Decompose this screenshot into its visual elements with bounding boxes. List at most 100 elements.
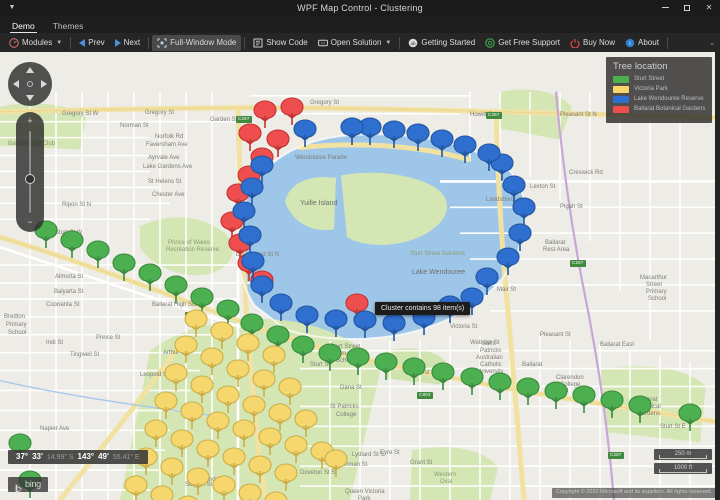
close-button[interactable]: ✕ bbox=[698, 0, 720, 16]
tree-marker-blue[interactable] bbox=[381, 119, 407, 149]
tree-marker-yellow[interactable] bbox=[159, 456, 185, 486]
about-label: About bbox=[638, 39, 659, 47]
getting-started-button[interactable]: ab Getting Started bbox=[403, 35, 480, 51]
getting-started-icon: ab bbox=[408, 38, 418, 48]
map-zoom-slider[interactable]: + − bbox=[16, 112, 44, 232]
tree-marker-green[interactable] bbox=[487, 371, 513, 401]
pan-left-icon[interactable] bbox=[13, 80, 19, 88]
tree-marker-blue[interactable] bbox=[339, 116, 365, 146]
tree-marker-blue[interactable] bbox=[323, 308, 349, 338]
tree-marker-green[interactable] bbox=[599, 389, 625, 419]
legend-item-label: Ballarat Botanical Gardens bbox=[634, 106, 705, 112]
system-menu-button[interactable]: ▼ bbox=[0, 4, 24, 11]
next-button[interactable]: Next bbox=[110, 35, 145, 51]
maximize-button[interactable] bbox=[676, 0, 698, 16]
tree-marker-yellow[interactable] bbox=[199, 346, 225, 376]
tree-marker-yellow[interactable] bbox=[211, 474, 237, 500]
tab-demo[interactable]: Demo bbox=[10, 22, 37, 34]
tree-marker-yellow[interactable] bbox=[237, 482, 263, 500]
tree-marker-green[interactable] bbox=[571, 384, 597, 414]
tree-marker-blue[interactable] bbox=[476, 142, 502, 172]
tree-marker-yellow[interactable] bbox=[153, 390, 179, 420]
tree-marker-blue[interactable] bbox=[507, 222, 533, 252]
modules-button[interactable]: Modules ▼ bbox=[4, 35, 67, 51]
tree-marker-blue[interactable] bbox=[292, 118, 318, 148]
toolbar-overflow-button[interactable]: ⌄ bbox=[704, 39, 720, 47]
buy-now-button[interactable]: Buy Now bbox=[565, 35, 620, 51]
tree-marker-yellow[interactable] bbox=[149, 484, 175, 500]
tree-marker-yellow[interactable] bbox=[175, 494, 201, 500]
tree-marker-blue[interactable] bbox=[268, 292, 294, 322]
map-canvas[interactable]: Yuille IslandLake WendoureeSturt Street … bbox=[0, 52, 720, 500]
tree-marker-green[interactable] bbox=[317, 342, 343, 372]
tree-marker-yellow[interactable] bbox=[169, 428, 195, 458]
tree-marker-yellow[interactable] bbox=[123, 474, 149, 500]
tree-marker-yellow[interactable] bbox=[143, 418, 169, 448]
tree-marker-green[interactable] bbox=[515, 376, 541, 406]
window-title: WPF Map Control - Clustering bbox=[0, 3, 720, 13]
pan-center-icon[interactable] bbox=[27, 81, 33, 87]
tree-marker-green[interactable] bbox=[459, 366, 485, 396]
tree-marker-blue[interactable] bbox=[294, 304, 320, 334]
legend-title: Tree location bbox=[613, 62, 705, 72]
zoom-in-icon[interactable]: + bbox=[27, 117, 32, 126]
legend-item-sturt-street: Sturt Street bbox=[613, 76, 705, 83]
tree-marker-green[interactable] bbox=[677, 402, 703, 432]
close-icon: ✕ bbox=[706, 4, 713, 12]
tree-marker-yellow[interactable] bbox=[247, 454, 273, 484]
map-copyright: Copyright © 2020 Microsoft and its suppl… bbox=[552, 488, 716, 498]
longitude-minutes: 49' bbox=[98, 453, 109, 461]
tree-marker-green[interactable] bbox=[543, 380, 569, 410]
get-free-support-button[interactable]: Get Free Support bbox=[480, 35, 565, 51]
tree-marker-blue[interactable] bbox=[429, 128, 455, 158]
tree-marker-blue[interactable] bbox=[452, 134, 478, 164]
tree-marker-yellow[interactable] bbox=[179, 400, 205, 430]
tree-marker-yellow[interactable] bbox=[185, 466, 211, 496]
zoom-slider-thumb[interactable] bbox=[25, 174, 35, 184]
show-code-button[interactable]: Show Code bbox=[248, 35, 312, 51]
tree-marker-green[interactable] bbox=[430, 361, 456, 391]
about-button[interactable]: i About bbox=[620, 35, 664, 51]
full-window-mode-label: Full-Window Mode bbox=[170, 39, 236, 47]
tab-bar: Demo Themes bbox=[0, 16, 720, 33]
tree-marker-yellow[interactable] bbox=[231, 418, 257, 448]
tree-marker-blue[interactable] bbox=[405, 122, 431, 152]
tree-marker-green[interactable] bbox=[163, 274, 189, 304]
tree-marker-yellow[interactable] bbox=[173, 334, 199, 364]
full-window-mode-button[interactable]: Full-Window Mode bbox=[152, 35, 241, 51]
pan-down-icon[interactable] bbox=[26, 95, 34, 101]
pan-up-icon[interactable] bbox=[26, 67, 34, 73]
map-pan-control[interactable] bbox=[8, 62, 52, 106]
bing-logo[interactable]: bing bbox=[8, 477, 48, 492]
tree-marker-green[interactable] bbox=[401, 356, 427, 386]
tab-themes[interactable]: Themes bbox=[51, 22, 86, 34]
tree-marker-yellow[interactable] bbox=[257, 426, 283, 456]
tree-marker-yellow[interactable] bbox=[195, 438, 221, 468]
tree-marker-yellow[interactable] bbox=[205, 410, 231, 440]
legend-item-label: Sturt Street bbox=[634, 76, 664, 82]
tree-marker-yellow[interactable] bbox=[323, 448, 349, 478]
tree-marker-green[interactable] bbox=[290, 334, 316, 364]
prev-button[interactable]: Prev bbox=[74, 35, 109, 51]
zoom-slider-track[interactable] bbox=[29, 131, 31, 213]
pan-right-icon[interactable] bbox=[41, 80, 47, 88]
tree-marker-yellow[interactable] bbox=[163, 362, 189, 392]
tree-marker-green[interactable] bbox=[85, 239, 111, 269]
tree-marker-yellow[interactable] bbox=[221, 446, 247, 476]
tree-marker-blue[interactable] bbox=[381, 312, 407, 342]
minimize-button[interactable] bbox=[654, 0, 676, 16]
map-viewport[interactable]: Yuille IslandLake WendoureeSturt Street … bbox=[0, 52, 720, 500]
tree-marker-green[interactable] bbox=[111, 252, 137, 282]
tree-marker-green[interactable] bbox=[373, 351, 399, 381]
tree-marker-green[interactable] bbox=[137, 262, 163, 292]
tree-marker-green[interactable] bbox=[59, 229, 85, 259]
tree-marker-green[interactable] bbox=[627, 394, 653, 424]
latitude-minutes: 33' bbox=[32, 453, 43, 461]
tree-marker-green[interactable] bbox=[345, 346, 371, 376]
tree-marker-yellow[interactable] bbox=[273, 462, 299, 492]
zoom-out-icon[interactable]: − bbox=[27, 218, 32, 227]
tree-marker-yellow[interactable] bbox=[283, 434, 309, 464]
open-solution-button[interactable]: vs Open Solution ▼ bbox=[313, 35, 397, 51]
vertical-scrollbar[interactable] bbox=[715, 52, 720, 500]
tree-marker-yellow[interactable] bbox=[263, 490, 289, 500]
